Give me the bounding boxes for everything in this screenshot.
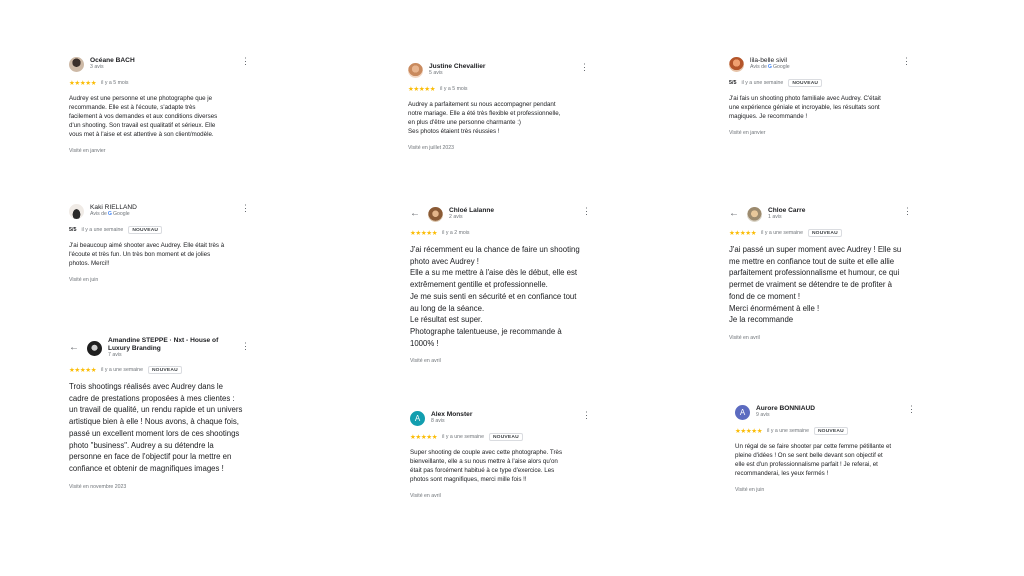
review-count: 5 avis [429, 69, 443, 76]
review-text: Un régal de se faire shooter par cette f… [735, 443, 892, 478]
review-source: Avis de G Google [90, 210, 137, 218]
avatar-initial: A [739, 407, 746, 417]
review-card: ← Chloé Lalanne 2 avis ⋮ ★★★★★ il y a 2 … [410, 205, 591, 365]
google-logo-icon: G [107, 210, 112, 217]
review-card: Océane BACH 3 avis ⋮ ★★★★★ il y a 5 mois… [69, 55, 250, 155]
review-card: A Alex Monster 8 avis ⋮ ★★★★★ il y a une… [410, 409, 591, 500]
star-rating: ★★★★★ [408, 86, 436, 93]
more-vert-icon[interactable]: ⋮ [241, 57, 250, 66]
review-count: 7 avis [108, 351, 122, 358]
avatar[interactable] [69, 203, 84, 219]
review-count: 2 avis [449, 213, 463, 220]
arrow-back-icon[interactable]: ← [410, 209, 422, 219]
avatar[interactable] [69, 56, 84, 72]
visit-date: Visité en juillet 2023 [408, 145, 455, 152]
new-badge: NOUVEAU [128, 226, 163, 234]
review-source-label: Avis de [750, 63, 767, 70]
review-text: Audrey est une personne et une photograp… [69, 95, 218, 139]
new-badge: NOUVEAU [788, 79, 823, 87]
avatar[interactable]: A [410, 410, 425, 426]
arrow-back-icon[interactable]: ← [729, 209, 741, 219]
new-badge: NOUVEAU [488, 433, 523, 441]
star-rating: ★★★★★ [410, 434, 438, 441]
more-vert-icon[interactable]: ⋮ [907, 405, 916, 414]
visit-date: Visité en avril [410, 493, 441, 500]
review-text: J'ai récemment eu la chance de faire un … [410, 245, 580, 348]
review-card: Justine Chevallier 5 avis ⋮ ★★★★★ il y a… [408, 61, 589, 152]
more-vert-icon[interactable]: ⋮ [903, 207, 912, 216]
rating-score: 5/5 [729, 80, 737, 86]
star-rating: ★★★★★ [69, 80, 97, 87]
review-count: 8 avis [431, 417, 445, 424]
more-vert-icon[interactable]: ⋮ [241, 204, 250, 213]
star-rating: ★★★★★ [410, 230, 438, 237]
avatar[interactable] [87, 340, 102, 356]
review-date: il y a une semaine [761, 230, 803, 236]
review-count: 9 avis [756, 411, 770, 418]
review-source-label: Avis de [90, 210, 107, 217]
review-card: A Aurore BONNIAUD 9 avis ⋮ ★★★★★ il y a … [735, 403, 916, 494]
review-date: il y a une semaine [442, 434, 484, 440]
avatar[interactable] [428, 206, 443, 222]
avatar[interactable] [747, 206, 762, 222]
google-logo-icon: G [767, 63, 772, 70]
review-source: Avis de G Google [750, 63, 790, 71]
review-date: il y a 2 mois [442, 230, 470, 236]
visit-date: Visité en avril [729, 334, 760, 341]
review-date: il y a une semaine [101, 367, 143, 373]
more-vert-icon[interactable]: ⋮ [241, 342, 250, 351]
review-date: il y a une semaine [767, 428, 809, 434]
review-card: ← Amandine STEPPE · Nxt - House of Luxur… [69, 336, 250, 490]
review-card: lila-belle sivil Avis de G Google ⋮ 5/5 … [729, 55, 911, 137]
review-text: J'ai beaucoup aimé shooter avec Audrey. … [69, 242, 225, 268]
visit-date: Visité en juin [735, 487, 765, 494]
reviewer-name-line2[interactable]: Luxury Branding [108, 345, 218, 353]
visit-date: Visité en avril [410, 358, 441, 365]
review-text: Super shooting de couple avec cette phot… [410, 449, 563, 484]
new-badge: NOUVEAU [147, 366, 182, 374]
reviewer-name-line1[interactable]: Amandine STEPPE · Nxt - House of [108, 337, 218, 345]
review-text: J'ai passé un super moment avec Audrey !… [729, 245, 902, 325]
review-count: 1 avis [768, 213, 782, 220]
more-vert-icon[interactable]: ⋮ [582, 411, 591, 420]
review-card: ← Chloe Carre 1 avis ⋮ ★★★★★ il y a une … [729, 205, 912, 341]
review-date: il y a 5 mois [440, 86, 468, 92]
review-text: J'ai fais un shooting photo familiale av… [729, 95, 881, 121]
visit-date: Visité en janvier [69, 148, 106, 155]
review-date: il y a une semaine [741, 80, 784, 86]
visit-date: Visité en novembre 2023 [69, 483, 127, 490]
review-source-brand: Google [112, 210, 130, 217]
more-vert-icon[interactable]: ⋮ [902, 57, 911, 66]
star-rating: ★★★★★ [69, 367, 97, 374]
more-vert-icon[interactable]: ⋮ [582, 207, 591, 216]
avatar-initial: A [414, 413, 421, 423]
avatar[interactable] [729, 56, 744, 72]
review-card: Kaki RIELLAND Avis de G Google ⋮ 5/5 il … [69, 202, 250, 284]
review-text: Trois shootings réalisés avec Audrey dan… [69, 382, 243, 473]
arrow-back-icon[interactable]: ← [69, 343, 81, 353]
review-date: il y a une semaine [81, 227, 124, 233]
review-text: Audrey a parfaitement su nous accompagne… [408, 101, 561, 136]
visit-date: Visité en juin [69, 277, 99, 284]
star-rating: ★★★★★ [729, 230, 757, 237]
more-vert-icon[interactable]: ⋮ [580, 63, 589, 72]
avatar[interactable]: A [735, 404, 750, 420]
review-source-brand: Google [772, 63, 790, 70]
star-rating: ★★★★★ [735, 428, 763, 435]
avatar[interactable] [408, 62, 423, 78]
review-date: il y a 5 mois [101, 80, 129, 86]
new-badge: NOUVEAU [807, 229, 842, 237]
review-count: 3 avis [90, 63, 104, 70]
rating-score: 5/5 [69, 227, 77, 233]
new-badge: NOUVEAU [813, 427, 848, 435]
visit-date: Visité en janvier [729, 130, 766, 137]
